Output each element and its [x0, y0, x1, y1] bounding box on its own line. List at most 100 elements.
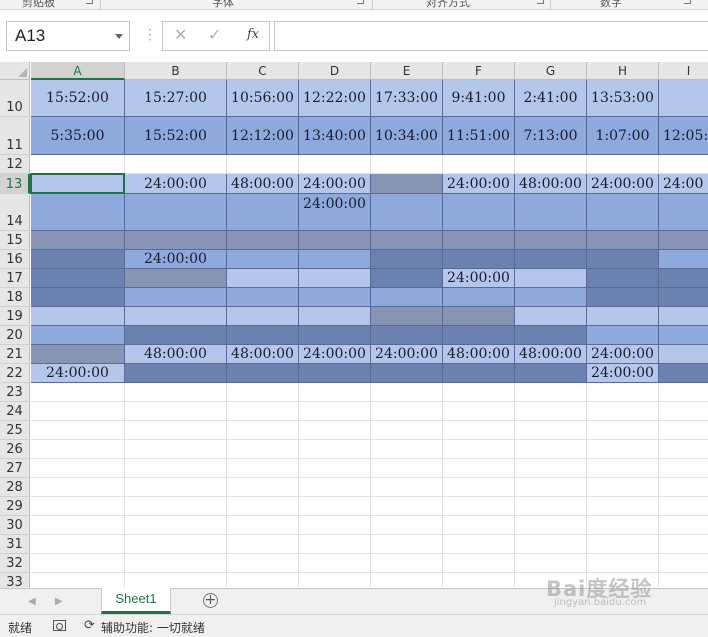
cell-a11[interactable]: 5:35:00 [31, 117, 125, 155]
cell-h21[interactable]: 24:00:00 [587, 345, 659, 364]
cell-a23[interactable] [31, 383, 125, 402]
row-header-13[interactable]: 13 [0, 174, 30, 194]
cell-f13[interactable]: 24:00:00 [443, 174, 515, 194]
cell-e25[interactable] [371, 421, 443, 440]
cell-i27[interactable] [659, 459, 708, 478]
cell-b31[interactable] [125, 535, 227, 554]
cell-c26[interactable] [227, 440, 299, 459]
accessibility-status[interactable]: 辅助功能: 一切就绪 [101, 619, 205, 636]
cell-e31[interactable] [371, 535, 443, 554]
cell-a16[interactable] [31, 250, 125, 269]
cell-a18[interactable] [31, 288, 125, 307]
cell-h14[interactable] [587, 194, 659, 231]
row-header-29[interactable]: 29 [0, 497, 30, 516]
cell-f10[interactable]: 9:41:00 [443, 80, 515, 117]
cell-c22[interactable] [227, 364, 299, 383]
cell-f19[interactable] [443, 307, 515, 326]
cell-i22[interactable] [659, 364, 708, 383]
column-header-h[interactable]: H [587, 62, 659, 80]
cell-d11[interactable]: 13:40:00 [299, 117, 371, 155]
cell-g23[interactable] [515, 383, 587, 402]
cell-d12[interactable] [299, 155, 371, 174]
cell-f22[interactable] [443, 364, 515, 383]
tab-sheet1[interactable]: Sheet1 [101, 588, 171, 614]
cell-d19[interactable] [299, 307, 371, 326]
cancel-icon[interactable]: ✕ [174, 25, 187, 44]
cell-c18[interactable] [227, 288, 299, 307]
row-header-33[interactable]: 33 [0, 573, 30, 588]
row-header-20[interactable]: 20 [0, 326, 30, 345]
cell-h17[interactable] [587, 269, 659, 288]
cell-d14[interactable]: 24:00:00 [299, 194, 371, 231]
cell-e14[interactable] [371, 194, 443, 231]
cell-b25[interactable] [125, 421, 227, 440]
row-header-28[interactable]: 28 [0, 478, 30, 497]
row-header-26[interactable]: 26 [0, 440, 30, 459]
row-header-21[interactable]: 21 [0, 345, 30, 364]
cell-e11[interactable]: 10:34:00 [371, 117, 443, 155]
cell-i10[interactable] [659, 80, 708, 117]
cell-g22[interactable] [515, 364, 587, 383]
cell-a12[interactable] [31, 155, 125, 174]
cell-i33[interactable] [659, 573, 708, 588]
cell-f11[interactable]: 11:51:00 [443, 117, 515, 155]
cell-a21[interactable] [31, 345, 125, 364]
cell-a19[interactable] [31, 307, 125, 326]
cell-a10[interactable]: 15:52:00 [31, 80, 125, 117]
cell-f17[interactable]: 24:00:00 [443, 269, 515, 288]
cell-c14[interactable] [227, 194, 299, 231]
cell-e18[interactable] [371, 288, 443, 307]
enter-icon[interactable]: ✓ [208, 25, 221, 44]
cell-c31[interactable] [227, 535, 299, 554]
cell-b22[interactable] [125, 364, 227, 383]
cell-b20[interactable] [125, 326, 227, 345]
cell-d32[interactable] [299, 554, 371, 573]
cell-h10[interactable]: 13:53:00 [587, 80, 659, 117]
cell-d15[interactable] [299, 231, 371, 250]
cell-b21[interactable]: 48:00:00 [125, 345, 227, 364]
cell-f12[interactable] [443, 155, 515, 174]
cell-h26[interactable] [587, 440, 659, 459]
cell-a28[interactable] [31, 478, 125, 497]
font-launcher-icon[interactable] [357, 0, 364, 4]
cell-d31[interactable] [299, 535, 371, 554]
cell-i31[interactable] [659, 535, 708, 554]
row-header-14[interactable]: 14 [0, 194, 30, 231]
cell-a32[interactable] [31, 554, 125, 573]
cell-h22[interactable]: 24:00:00 [587, 364, 659, 383]
cell-e16[interactable] [371, 250, 443, 269]
cell-f24[interactable] [443, 402, 515, 421]
cell-c24[interactable] [227, 402, 299, 421]
cell-g21[interactable]: 48:00:00 [515, 345, 587, 364]
cell-d18[interactable] [299, 288, 371, 307]
cell-f29[interactable] [443, 497, 515, 516]
row-header-27[interactable]: 27 [0, 459, 30, 478]
row-header-30[interactable]: 30 [0, 516, 30, 535]
cell-a22[interactable]: 24:00:00 [31, 364, 125, 383]
cell-h13[interactable]: 24:00:00 [587, 174, 659, 194]
row-header-15[interactable]: 15 [0, 231, 30, 250]
cell-g27[interactable] [515, 459, 587, 478]
cell-g11[interactable]: 7:13:00 [515, 117, 587, 155]
cell-d24[interactable] [299, 402, 371, 421]
cell-g16[interactable] [515, 250, 587, 269]
cell-d27[interactable] [299, 459, 371, 478]
scroll-right-icon[interactable]: ▶ [55, 596, 63, 607]
cell-b24[interactable] [125, 402, 227, 421]
cell-i29[interactable] [659, 497, 708, 516]
column-header-c[interactable]: C [227, 62, 299, 80]
cell-h11[interactable]: 1:07:00 [587, 117, 659, 155]
cell-g17[interactable] [515, 269, 587, 288]
cell-g33[interactable] [515, 573, 587, 588]
cell-b11[interactable]: 15:52:00 [125, 117, 227, 155]
cell-i23[interactable] [659, 383, 708, 402]
cell-c10[interactable]: 10:56:00 [227, 80, 299, 117]
cell-i24[interactable] [659, 402, 708, 421]
row-header-16[interactable]: 16 [0, 250, 30, 269]
cell-a26[interactable] [31, 440, 125, 459]
cell-e27[interactable] [371, 459, 443, 478]
column-header-e[interactable]: E [371, 62, 443, 80]
cell-b16[interactable]: 24:00:00 [125, 250, 227, 269]
column-header-a[interactable]: A [31, 62, 125, 80]
cell-h32[interactable] [587, 554, 659, 573]
